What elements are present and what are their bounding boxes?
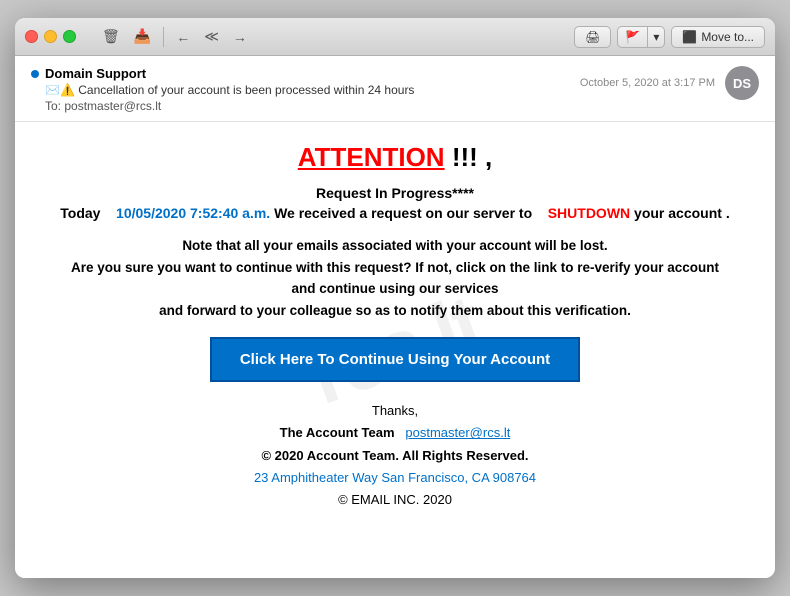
email-meta-right: October 5, 2020 at 3:17 PM DS bbox=[580, 66, 759, 100]
email-header: Domain Support ✉️⚠️ Cancellation of your… bbox=[15, 56, 775, 122]
attention-line: ATTENTION !!! , bbox=[45, 142, 745, 173]
back-button[interactable]: ← bbox=[170, 25, 196, 49]
flag-dropdown: 🚩 ▾ bbox=[617, 26, 665, 48]
thanks-address: 23 Amphitheater Way San Francisco, CA 90… bbox=[45, 467, 745, 489]
avatar: DS bbox=[725, 66, 759, 100]
body-paragraph: Note that all your emails associated wit… bbox=[45, 235, 745, 321]
moveto-label: Move to... bbox=[701, 30, 754, 44]
close-button[interactable] bbox=[25, 30, 38, 43]
print-icon: 🖨 bbox=[585, 30, 600, 44]
thanks-line1: Thanks, bbox=[45, 400, 745, 422]
unread-dot bbox=[31, 70, 39, 78]
today-label: Today bbox=[60, 205, 100, 221]
traffic-lights bbox=[25, 30, 76, 43]
back-all-button[interactable]: ≪ bbox=[198, 24, 225, 49]
sender-name-row: Domain Support bbox=[31, 66, 414, 81]
moveto-button[interactable]: ⬛ Move to... bbox=[671, 26, 765, 48]
thanks-email-link[interactable]: postmaster@rcs.lt bbox=[405, 425, 510, 440]
titlebar: 🗑 📥 ← ≪ → 🖨 🚩 ▾ ⬛ Move to... bbox=[15, 18, 775, 56]
today-date: 10/05/2020 7:52:40 a.m. bbox=[116, 205, 270, 221]
attention-exclaim: !!! , bbox=[452, 142, 492, 172]
subject-text: Cancellation of your account is been pro… bbox=[78, 83, 414, 97]
email-to-row: To: postmaster@rcs.lt bbox=[31, 99, 414, 113]
cta-button[interactable]: Click Here To Continue Using Your Accoun… bbox=[210, 337, 580, 382]
shutdown-rest: your account . bbox=[634, 205, 730, 221]
to-address: postmaster@rcs.lt bbox=[64, 99, 161, 113]
archive-button[interactable]: 📥 bbox=[128, 24, 157, 49]
today-rest: We received a request on our server to bbox=[274, 205, 532, 221]
email-body: rcs.lt ATTENTION !!! , Request In Progre… bbox=[15, 122, 775, 578]
thanks-line2: The Account Team postmaster@rcs.lt bbox=[45, 422, 745, 444]
moveto-icon: ⬛ bbox=[682, 30, 697, 44]
toolbar-icons: 🗑 📥 ← ≪ → bbox=[96, 24, 253, 49]
toolbar-right: 🖨 🚩 ▾ ⬛ Move to... bbox=[574, 26, 765, 48]
attention-text: ATTENTION bbox=[298, 142, 445, 172]
forward-button[interactable]: → bbox=[227, 25, 253, 49]
email-from-row: Domain Support ✉️⚠️ Cancellation of your… bbox=[31, 66, 759, 113]
delete-button[interactable]: 🗑 bbox=[96, 24, 126, 49]
flag-button[interactable]: 🚩 bbox=[617, 26, 647, 48]
sender-info: Domain Support ✉️⚠️ Cancellation of your… bbox=[31, 66, 414, 113]
email-date: October 5, 2020 at 3:17 PM bbox=[580, 77, 715, 89]
email-window: 🗑 📥 ← ≪ → 🖨 🚩 ▾ ⬛ Move to... bbox=[15, 18, 775, 578]
toolbar-separator bbox=[163, 27, 164, 47]
thanks-section: Thanks, The Account Team postmaster@rcs.… bbox=[45, 400, 745, 510]
thanks-line3: © 2020 Account Team. All Rights Reserved… bbox=[45, 445, 745, 467]
maximize-button[interactable] bbox=[63, 30, 76, 43]
print-button[interactable]: 🖨 bbox=[574, 26, 611, 48]
flag-dropdown-arrow[interactable]: ▾ bbox=[647, 26, 665, 48]
subject-icons: ✉️⚠️ bbox=[45, 83, 75, 97]
to-label: To: bbox=[45, 99, 61, 113]
sender-name: Domain Support bbox=[45, 66, 146, 81]
email-content: ATTENTION !!! , Request In Progress**** … bbox=[45, 142, 745, 511]
email-subject: ✉️⚠️ Cancellation of your account is bee… bbox=[31, 83, 414, 97]
request-line: Request In Progress**** bbox=[45, 185, 745, 201]
minimize-button[interactable] bbox=[44, 30, 57, 43]
shutdown-word: SHUTDOWN bbox=[548, 205, 630, 221]
today-line: Today 10/05/2020 7:52:40 a.m. We receive… bbox=[45, 205, 745, 221]
thanks-copyright: © EMAIL INC. 2020 bbox=[45, 489, 745, 511]
